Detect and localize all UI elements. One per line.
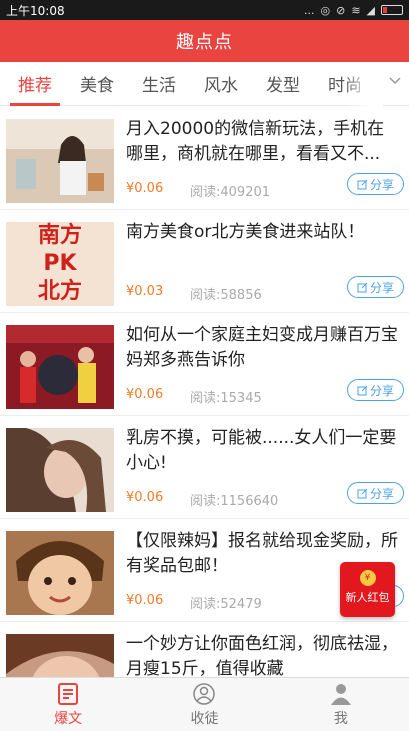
nav-item-articles[interactable]: 爆文 (0, 678, 136, 731)
article-thumbnail (6, 325, 114, 409)
profile-icon (330, 683, 351, 705)
article-thumbnail (6, 119, 114, 203)
cellular-icon: ◢ (366, 3, 375, 17)
nav-item-apprentice[interactable]: 收徒 (136, 678, 272, 731)
article-item[interactable]: 月入20000的微信新玩法，手机在哪里，商机就在哪里，看看又不... ¥0.06… (0, 107, 409, 210)
article-price: ¥0.03 (126, 284, 164, 299)
article-item[interactable]: 一个妙方让你面色红润，彻底祛湿，月瘦15斤，值得收藏 (0, 622, 409, 677)
share-icon (357, 179, 368, 189)
tab-life[interactable]: 生活 (142, 62, 176, 106)
signal-dots: ... (303, 3, 315, 17)
article-thumbnail: 南方 PK 北方 (6, 222, 114, 306)
article-reads: 阅读:58856 (190, 288, 262, 303)
tab-hairstyle[interactable]: 发型 (266, 62, 300, 106)
thumb-text: 北方 (37, 279, 82, 304)
nav-label: 我 (333, 710, 348, 727)
alarm-icon: ◎ (320, 3, 331, 17)
coin-icon: ¥ (359, 570, 376, 586)
article-title: 月入20000的微信新玩法，手机在哪里，商机就在哪里，看看又不... (126, 119, 385, 164)
article-title: 南方美食or北方美食进来站队！ (126, 222, 365, 242)
article-price: ¥0.06 (126, 490, 164, 505)
article-title: 一个妙方让你面色红润，彻底祛湿，月瘦15斤，值得收藏 (126, 634, 398, 677)
app-title: 趣点点 (176, 32, 233, 53)
nav-label: 收徒 (190, 710, 219, 727)
share-icon (357, 282, 368, 292)
share-icon (357, 385, 368, 395)
article-reads: 阅读:1156640 (190, 494, 279, 509)
apprentice-icon (193, 682, 216, 705)
mute-icon: ⊘ (336, 3, 346, 17)
thumb-text: PK (43, 251, 77, 276)
app-header: 趣点点 (0, 20, 409, 62)
new-user-red-packet[interactable]: ¥ 新人红包 (340, 562, 395, 617)
article-title: 如何从一个家庭主妇变成月赚百万宝妈郑多燕告诉你 (126, 325, 398, 370)
share-icon (357, 488, 368, 498)
article-thumbnail (6, 634, 114, 677)
tab-fade (343, 62, 383, 106)
article-price: ¥0.06 (126, 181, 164, 196)
tab-recommend[interactable]: 推荐 (10, 62, 60, 106)
chevron-down-icon[interactable] (389, 74, 401, 88)
article-reads: 阅读:409201 (190, 185, 271, 200)
battery-icon (381, 5, 403, 15)
share-button[interactable]: 分享 (347, 276, 404, 298)
article-item[interactable]: 如何从一个家庭主妇变成月赚百万宝妈郑多燕告诉你 ¥0.06 阅读:15345 分… (0, 313, 409, 416)
article-item[interactable]: 南方 PK 北方 南方美食or北方美食进来站队！ ¥0.03 阅读:58856 … (0, 210, 409, 313)
article-thumbnail (6, 531, 114, 615)
article-thumbnail (6, 428, 114, 512)
category-tabs: 推荐 美食 生活 风水 发型 时尚 (0, 62, 409, 106)
status-icons: ... ◎ ⊘ ≋ ◢ (304, 4, 403, 17)
article-reads: 阅读:52479 (190, 597, 262, 612)
promo-label: 新人红包 (345, 591, 390, 604)
article-item[interactable]: 乳房不摸，可能被......女人们一定要小心! ¥0.06 阅读:1156640… (0, 416, 409, 519)
nav-item-profile[interactable]: 我 (273, 678, 409, 731)
share-button[interactable]: 分享 (347, 379, 404, 401)
article-price: ¥0.06 (126, 593, 164, 608)
status-time: 上午10:08 (6, 3, 65, 18)
thumb-text: 南方 (37, 223, 82, 248)
wifi-icon: ≋ (351, 3, 361, 17)
article-title: 乳房不摸，可能被......女人们一定要小心! (126, 428, 397, 473)
news-icon (58, 682, 79, 705)
article-reads: 阅读:15345 (190, 391, 262, 406)
article-price: ¥0.06 (126, 387, 164, 402)
tab-food[interactable]: 美食 (80, 62, 114, 106)
tab-fengshui[interactable]: 风水 (204, 62, 238, 106)
bottom-nav: 爆文 收徒 我 (0, 677, 409, 731)
nav-label: 爆文 (54, 710, 83, 727)
status-bar: 上午10:08 ... ◎ ⊘ ≋ ◢ (0, 0, 409, 20)
share-button[interactable]: 分享 (347, 173, 404, 195)
share-button[interactable]: 分享 (347, 482, 404, 504)
